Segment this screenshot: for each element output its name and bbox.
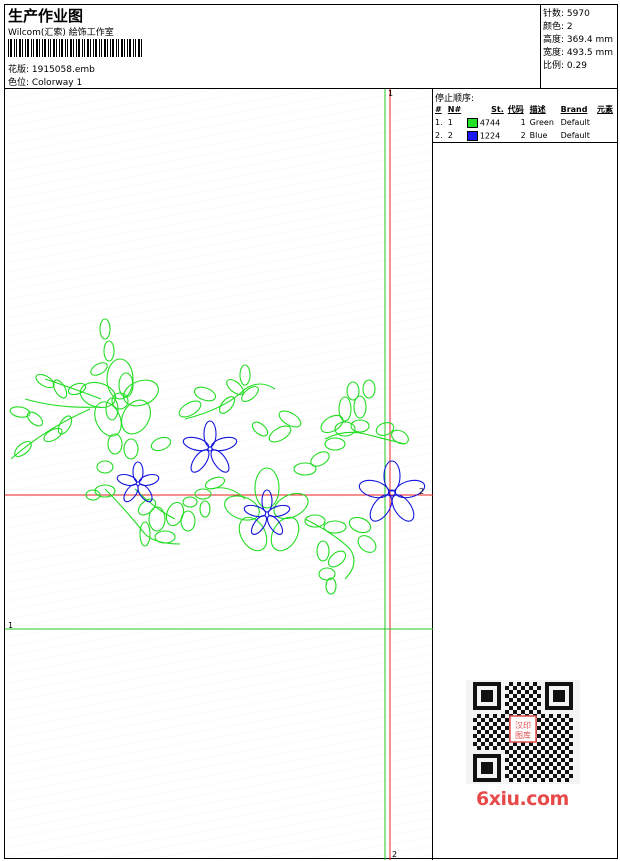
blue-thread-layer — [116, 420, 426, 536]
guide-label-h1: 1 — [8, 621, 14, 630]
row-brand: Default — [560, 118, 590, 127]
header-info: 生产作业图 Wilcom(汇索) 絵饰工作室 花版: 1915058.emb 色… — [5, 5, 541, 89]
stat-scale: 比例: 0.29 — [543, 61, 587, 71]
row-stitches: 4744 — [479, 118, 501, 127]
stat-stitches: 针数: 5970 — [543, 9, 590, 19]
row-element — [595, 129, 617, 142]
row-number: 1 — [447, 118, 453, 127]
green-thread-layer — [9, 318, 409, 595]
col-stitches: St. — [491, 105, 504, 114]
color-swatch — [466, 130, 478, 141]
row-element — [595, 116, 617, 129]
stop-sequence-table: # N# St. 代码 描述 Brand 元素 1. 1 4744 1 Gree… — [433, 103, 617, 142]
table-header-row: # N# St. 代码 描述 Brand 元素 — [433, 103, 617, 116]
row-code: 1 — [520, 118, 526, 127]
colorway: 色位: Colorway 1 — [8, 78, 83, 88]
color-swatch — [466, 117, 478, 128]
stat-width: 宽度: 493.5 mm — [543, 48, 614, 58]
stats-panel: 针数: 5970 颜色: 2 高度: 369.4 mm 宽度: 493.5 mm… — [541, 5, 617, 89]
seal-text-bottom: 图库 — [515, 730, 531, 740]
design-file: 花版: 1915058.emb — [8, 65, 95, 75]
company-name: Wilcom(汇索) 絵饰工作室 — [8, 28, 114, 38]
col-code: 代码 — [507, 105, 524, 114]
qr-code: 汉印 图库 — [466, 680, 580, 784]
row-code: 2 — [520, 131, 526, 140]
row-number: 2 — [447, 131, 453, 140]
divider — [433, 142, 617, 143]
row-stitches-cell: 1224 — [465, 129, 506, 142]
row-index: 2. — [435, 131, 443, 140]
col-number: N# — [447, 105, 462, 114]
col-element: 元素 — [597, 105, 614, 114]
row-description: Blue — [529, 131, 548, 140]
design-canvas: 1 2 1 2 — [5, 89, 433, 860]
row-stitches: 1224 — [479, 131, 501, 140]
guide-label-v1: 1 — [388, 89, 394, 98]
row-index: 1. — [435, 118, 443, 127]
barcode — [8, 39, 142, 57]
embroidery-design — [5, 89, 433, 860]
stat-colors: 颜色: 2 — [543, 22, 573, 32]
col-index: # — [435, 105, 442, 114]
col-description: 描述 — [529, 105, 546, 114]
guide-label-v2: 2 — [392, 850, 398, 859]
guide-label-h2: 2 — [419, 487, 425, 496]
col-brand: Brand — [560, 105, 588, 114]
watermark: 6xiu.com — [476, 788, 569, 810]
page-title: 生产作业图 — [8, 7, 84, 25]
row-stitches-cell: 4744 — [465, 116, 506, 129]
row-description: Green — [529, 118, 554, 127]
row-brand: Default — [560, 131, 590, 140]
table-row: 1. 1 4744 1 Green Default — [433, 116, 617, 129]
table-row: 2. 2 1224 2 Blue Default — [433, 129, 617, 142]
seal-text-top: 汉印 — [515, 721, 531, 730]
stat-height: 高度: 369.4 mm — [543, 35, 614, 45]
